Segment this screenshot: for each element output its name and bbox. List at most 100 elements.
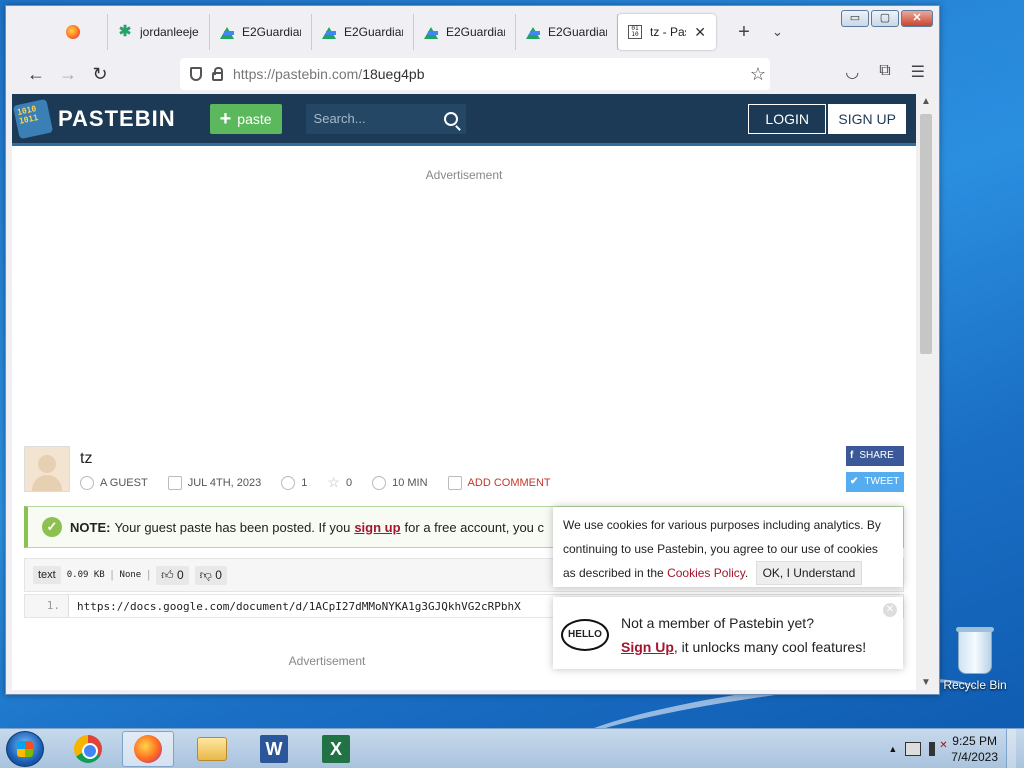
tab-firefox[interactable] [56, 14, 108, 50]
hello-bubble-icon: HELLO [561, 619, 609, 651]
volume-muted-icon[interactable] [929, 740, 948, 756]
plus-icon: + [219, 107, 232, 130]
like-count: 0 [176, 567, 184, 582]
login-button[interactable]: LOGIN [748, 104, 826, 134]
word-icon: W [260, 735, 288, 763]
check-icon: ✓ [42, 517, 62, 537]
network-icon[interactable] [905, 742, 922, 756]
back-arrow-icon[interactable]: ← [20, 64, 52, 85]
close-tab-icon[interactable]: ✕ [694, 24, 706, 41]
taskbar-firefox[interactable] [122, 731, 174, 767]
address-bar[interactable]: https://pastebin.com/18ueg4pb ☆ [180, 58, 770, 90]
reload-icon[interactable]: ↻ [84, 64, 116, 85]
maximize-button[interactable]: ▢ [871, 10, 899, 27]
paste-meta: A GUEST JUL 4TH, 2023 1 ☆ 0 10 MIN ADD C… [80, 474, 551, 491]
tab-bar: ✱ jordanleeje E2Guardian E2Guardian E2Gu… [6, 12, 826, 52]
tab-pastebin-active[interactable]: 0110 tz - Past ✕ [618, 14, 716, 50]
clock-date: 7/4/2023 [951, 750, 998, 764]
taskbar-chrome[interactable] [62, 731, 114, 767]
show-desktop-button[interactable] [1006, 729, 1016, 768]
member-popup-line1: Not a member of Pastebin yet? [621, 615, 814, 631]
forward-arrow-icon[interactable]: → [52, 64, 84, 85]
extensions-icon[interactable]: ⧉ [879, 62, 890, 82]
browser-window: ▭ ▢ ✕ ✱ jordanleeje E2Guardian E2Guardia… [5, 5, 940, 695]
url-text[interactable]: https://pastebin.com/18ueg4pb [233, 66, 424, 82]
paste-views: 1 [301, 476, 308, 489]
start-button[interactable] [6, 731, 44, 767]
paste-size: 0.09 KB [66, 570, 105, 580]
tab-label: jordanleeje [140, 25, 199, 39]
windows-logo-icon [17, 741, 33, 757]
cookies-policy-link[interactable]: Cookies Policy [667, 566, 745, 580]
lock-icon[interactable] [212, 66, 223, 81]
member-signup-link[interactable]: Sign Up [621, 639, 674, 655]
cookie-consent-popup: We use cookies for various purposes incl… [553, 507, 903, 587]
show-hidden-icons[interactable]: ▲ [888, 744, 897, 754]
recycle-bin[interactable]: Recycle Bin [942, 627, 1008, 692]
pocket-icon[interactable]: ◡ [845, 62, 859, 82]
navigation-bar: ← → ↻ https://pastebin.com/18ueg4pb ☆ ◡ … [6, 54, 939, 94]
page-scrollbar[interactable]: ▲ ▼ [917, 94, 935, 690]
share-label: SHARE [859, 450, 894, 461]
member-popup: HELLO ✕ Not a member of Pastebin yet? Si… [553, 597, 903, 669]
tab-label: E2Guardian [446, 25, 505, 39]
clock-time: 9:25 PM [952, 734, 997, 748]
toolbar-icons: ◡ ⧉ ☰ [845, 62, 925, 82]
pastebin-header: 1010 1011 PASTEBIN + paste Search... LOG… [12, 94, 916, 146]
advertisement-label-bottom: Advertisement [288, 654, 366, 668]
syntax-badge[interactable]: text [33, 566, 61, 584]
taskbar-excel[interactable]: X [310, 731, 362, 767]
search-icon[interactable] [443, 111, 458, 126]
dislike-count: 0 [215, 567, 222, 582]
new-tab-button[interactable]: + [732, 21, 756, 44]
note-signup-link[interactable]: sign up [354, 520, 400, 535]
drive-icon [526, 25, 540, 39]
pastebin-wordmark: PASTEBIN [58, 105, 176, 131]
chrome-icon [74, 735, 102, 763]
tab-e2guardian[interactable]: E2Guardian [210, 14, 312, 50]
shield-icon[interactable] [190, 67, 202, 81]
tab-label: E2Guardian [344, 25, 403, 39]
note-label: NOTE: [70, 519, 111, 535]
minimize-button[interactable]: ▭ [841, 10, 869, 27]
pastebin-logo[interactable]: 1010 1011 PASTEBIN [12, 98, 176, 139]
scroll-down-icon[interactable]: ▼ [917, 677, 935, 688]
add-comment-link[interactable]: ADD COMMENT [468, 477, 551, 489]
scroll-up-icon[interactable]: ▲ [917, 96, 935, 107]
tab-e2guardian[interactable]: E2Guardian [516, 14, 618, 50]
tab-list-chevron-icon[interactable]: ⌄ [772, 24, 783, 40]
search-input[interactable]: Search... [305, 103, 466, 134]
firefox-icon [66, 25, 80, 39]
pastebin-icon: 01 10 [628, 25, 642, 39]
clock[interactable]: 9:25 PM 7/4/2023 [951, 733, 998, 765]
cookie-ok-button[interactable]: OK, I Understand [755, 561, 863, 585]
scrollbar-thumb[interactable] [920, 114, 932, 354]
close-window-button[interactable]: ✕ [901, 10, 933, 27]
tab-jordanleeje[interactable]: ✱ jordanleeje [108, 14, 210, 50]
drive-icon [220, 25, 234, 39]
avatar [24, 446, 70, 492]
star-icon[interactable]: ☆ [327, 474, 340, 491]
recycle-bin-icon [956, 627, 994, 674]
tweet-button[interactable]: ✔ TWEET [846, 472, 904, 492]
site-icon: ✱ [118, 23, 132, 40]
bookmark-star-icon[interactable]: ☆ [750, 64, 766, 85]
paste-header: tz A GUEST JUL 4TH, 2023 1 ☆ 0 10 MIN AD… [24, 446, 904, 496]
user-icon [80, 475, 94, 490]
taskbar-word[interactable]: W [248, 731, 300, 767]
like-button[interactable]: 👍︎ 0 [156, 565, 189, 585]
close-popup-icon[interactable]: ✕ [883, 603, 897, 617]
signup-button[interactable]: SIGN UP [828, 104, 906, 134]
note-text-before: Your guest paste has been posted. If you [114, 519, 351, 535]
new-paste-button[interactable]: + paste [209, 103, 282, 134]
menu-icon[interactable]: ☰ [911, 62, 925, 82]
taskbar-explorer[interactable] [186, 731, 238, 767]
tab-e2guardian[interactable]: E2Guardian [312, 14, 414, 50]
code-text[interactable]: https://docs.google.com/document/d/1ACpI… [69, 600, 521, 613]
firefox-icon [134, 735, 162, 763]
facebook-share-button[interactable]: f SHARE [846, 446, 904, 466]
tab-e2guardian[interactable]: E2Guardian [414, 14, 516, 50]
tweet-label: TWEET [864, 476, 900, 487]
folder-icon [197, 737, 227, 761]
dislike-button[interactable]: 👎︎ 0 [194, 565, 227, 585]
